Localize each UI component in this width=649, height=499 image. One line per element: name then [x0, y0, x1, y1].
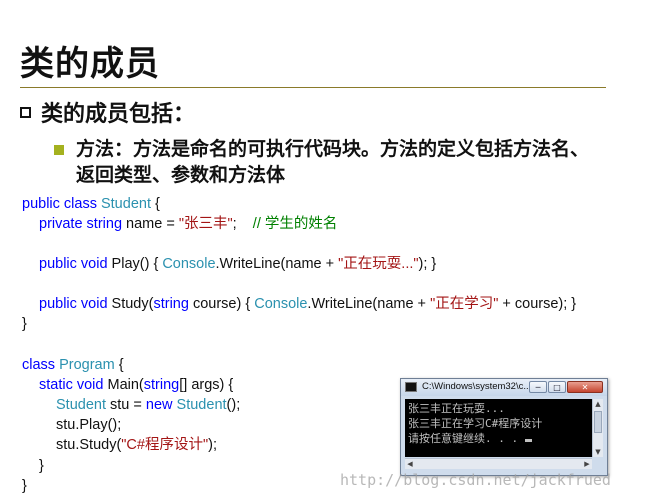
code-token: class [22, 357, 60, 373]
scroll-right-arrow-icon[interactable]: ▶ [582, 459, 592, 469]
code-token: { [114, 357, 124, 373]
scroll-down-arrow-icon[interactable]: ▼ [593, 447, 603, 457]
code-token: "C#程序设计" [121, 437, 209, 453]
code-token: Program [59, 357, 115, 373]
code-token: Student [56, 397, 106, 413]
code-comment: // 学生的姓名 [252, 216, 338, 232]
filled-square-bullet-icon [54, 145, 64, 155]
bullet-level1-text: 类的成员包括： [41, 102, 196, 127]
watermark: http://blog.csdn.net/jackfrued [340, 471, 611, 489]
code-token: "正在学习" [430, 296, 499, 312]
code-token: (); [226, 397, 241, 413]
code-token: ); [208, 437, 217, 453]
code-line-3: public void Play() { Console.WriteLine(n… [39, 254, 436, 274]
code-line-2: private string name = "张三丰"; // 学生的姓名 [39, 214, 337, 234]
code-line-6: class Program { [22, 355, 124, 375]
code-token: name = [126, 216, 179, 232]
code-token: + course); } [498, 296, 577, 312]
code-token: static void [39, 377, 108, 393]
bullet-level1: 类的成员包括： [20, 96, 195, 128]
hollow-square-bullet-icon [20, 106, 31, 118]
code-line-4: public void Study(string course) { Conso… [39, 294, 576, 314]
scroll-left-arrow-icon[interactable]: ◀ [405, 459, 415, 469]
console-title: C:\Windows\system32\c... [422, 381, 532, 392]
text-cursor-icon [524, 439, 532, 442]
code-token: public class [22, 196, 101, 212]
close-button[interactable]: ✕ [567, 381, 603, 393]
code-line-5: } [22, 316, 27, 332]
code-line-11: } [39, 458, 44, 474]
bullet-level2-text: 方法：方法是命名的可执行代码块。方法的定义包括方法名、返回类型、参数和方法体 [76, 138, 590, 186]
console-app-icon [405, 382, 417, 392]
code-token: Student [100, 196, 151, 212]
code-token: public void [39, 296, 112, 312]
vertical-scrollbar[interactable]: ▲ ▼ [592, 399, 603, 457]
scroll-up-arrow-icon[interactable]: ▲ [593, 399, 603, 409]
code-token: string [153, 296, 189, 312]
code-token: { [150, 196, 160, 212]
code-line-7: static void Main(string[] args) { [39, 375, 233, 395]
vertical-scroll-thumb[interactable] [594, 411, 602, 433]
code-token: new [145, 397, 177, 413]
slide-title: 类的成员 [20, 44, 160, 84]
code-token: Study( [111, 296, 154, 312]
code-token: .WriteLine(name + [215, 256, 339, 272]
code-line-8: Student stu = new Student(); [56, 395, 240, 415]
minimize-button[interactable]: ─ [529, 381, 547, 393]
console-prompt-text: 请按任意键继续. . . [408, 432, 525, 445]
horizontal-scrollbar[interactable]: ◀ ▶ [405, 458, 592, 469]
console-output-line: 张三丰正在学习C#程序设计 [408, 417, 543, 430]
code-token: private string [39, 216, 127, 232]
code-line-9: stu.Play(); [56, 417, 122, 433]
console-window: C:\Windows\system32\c... ─ □ ✕ 张三丰正在玩耍..… [400, 378, 608, 476]
code-token: Student [176, 397, 227, 413]
code-token: stu.Study( [56, 437, 122, 453]
title-divider [20, 87, 606, 88]
console-output-line: 张三丰正在玩耍... [408, 402, 505, 415]
code-token: "正在玩耍..." [338, 256, 419, 272]
code-token: stu = [106, 397, 146, 413]
bullet-level2: 方法：方法是命名的可执行代码块。方法的定义包括方法名、返回类型、参数和方法体 [54, 136, 596, 188]
code-token: string [143, 377, 180, 393]
code-line-10: stu.Study("C#程序设计"); [56, 435, 217, 455]
code-token: "张三丰" [178, 216, 233, 232]
console-titlebar[interactable]: C:\Windows\system32\c... ─ □ ✕ [401, 379, 607, 396]
code-token: Main( [107, 377, 144, 393]
code-token: ); } [418, 256, 437, 272]
code-token: Console [162, 256, 216, 272]
code-token: [] args) { [179, 377, 234, 393]
code-token: course) { [188, 296, 255, 312]
code-token: .WriteLine(name + [307, 296, 431, 312]
code-token: public void [39, 256, 112, 272]
code-token: Console [254, 296, 308, 312]
code-token: ; [232, 216, 253, 232]
console-output-line: 请按任意键继续. . . [408, 431, 589, 446]
code-line-12: } [22, 478, 27, 494]
console-output[interactable]: 张三丰正在玩耍... 张三丰正在学习C#程序设计 请按任意键继续. . . [405, 399, 592, 457]
code-token: Play() { [111, 256, 163, 272]
code-line-1: public class Student { [22, 194, 160, 214]
maximize-button[interactable]: □ [548, 381, 566, 393]
